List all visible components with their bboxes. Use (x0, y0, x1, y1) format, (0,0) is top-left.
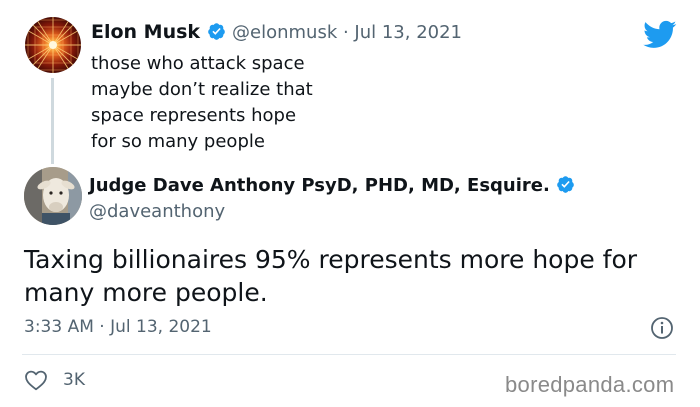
quoted-tweet-text: those who attack space maybe don’t reali… (91, 51, 313, 155)
quoted-text-line: maybe don’t realize that (91, 79, 313, 100)
author-name-text: Judge Dave Anthony PsyD, PHD, MD, Esquir… (89, 175, 550, 196)
quoted-text-line: space represents hope (91, 105, 297, 126)
verified-badge-icon (557, 176, 574, 193)
twitter-bird-icon[interactable] (643, 20, 677, 48)
quoted-author-name-text: Elon Musk (91, 21, 201, 43)
quoted-text-line: for so many people (91, 131, 265, 152)
divider (22, 354, 676, 355)
quoted-handle-date[interactable]: @elonmusk · Jul 13, 2021 (232, 22, 462, 43)
heart-icon[interactable] (24, 369, 48, 391)
tweet-text: Taxing billionaires 95% represents more … (24, 243, 674, 309)
quoted-text-line: those who attack space (91, 53, 305, 74)
tweet-timestamp[interactable]: 3:33 AM · Jul 13, 2021 (24, 317, 212, 337)
info-icon[interactable] (650, 316, 674, 340)
elon-musk-avatar[interactable] (25, 17, 81, 73)
watermark: boredpanda.com (505, 372, 675, 397)
quoted-author-name[interactable]: Elon Musk (91, 21, 226, 43)
verified-badge-icon (207, 23, 225, 40)
like-count[interactable]: 3K (63, 370, 85, 390)
dave-anthony-avatar[interactable] (24, 167, 82, 225)
tweet-text-line: many more people. (24, 278, 268, 307)
thread-connector-line (51, 78, 54, 164)
tweet-text-line: Taxing billionaires 95% represents more … (24, 245, 638, 274)
author-name[interactable]: Judge Dave Anthony PsyD, PHD, MD, Esquir… (89, 175, 575, 196)
author-handle[interactable]: @daveanthony (89, 201, 225, 222)
